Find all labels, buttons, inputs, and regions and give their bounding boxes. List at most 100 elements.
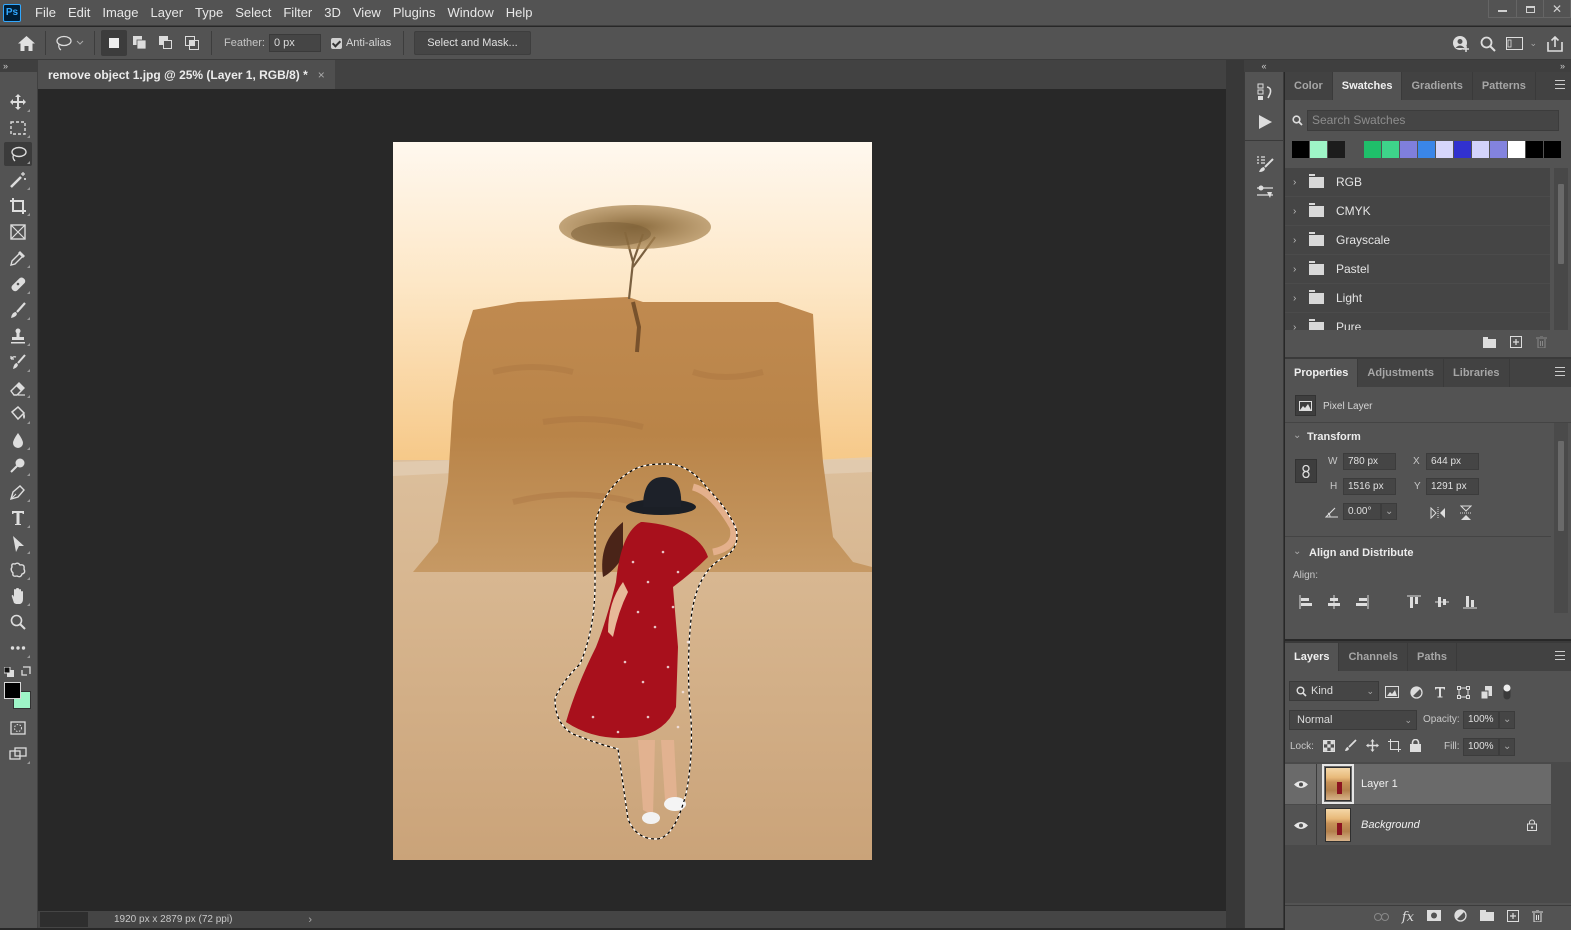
tab-swatches[interactable]: Swatches <box>1332 72 1403 100</box>
minimize-button[interactable] <box>1489 0 1516 18</box>
lock-transparent-icon[interactable] <box>1323 739 1335 752</box>
close-window-button[interactable]: ✕ <box>1543 0 1570 18</box>
swatch-group-light[interactable]: › Light <box>1285 284 1550 313</box>
feather-input[interactable] <box>268 34 321 52</box>
align-right-icon[interactable] <box>1355 595 1369 609</box>
layer-name[interactable]: Layer 1 <box>1361 778 1398 790</box>
align-vertical-center-icon[interactable] <box>1435 595 1449 609</box>
swatch-9[interactable] <box>1454 141 1471 158</box>
swatch-3[interactable] <box>1346 141 1363 158</box>
layer-filter-kind[interactable]: Kind ⌄ <box>1289 681 1379 701</box>
eraser-tool[interactable] <box>4 376 32 400</box>
brush-tool[interactable] <box>4 298 32 322</box>
align-top-icon[interactable] <box>1407 595 1421 609</box>
custom-shape-tool[interactable] <box>4 558 32 582</box>
link-dimensions-button[interactable] <box>1295 459 1317 483</box>
width-field[interactable]: 780 px <box>1343 453 1396 470</box>
align-horizontal-center-icon[interactable] <box>1327 595 1341 609</box>
search-swatches-input[interactable]: Search Swatches <box>1307 110 1559 131</box>
tab-channels[interactable]: Channels <box>1339 643 1408 671</box>
delete-swatch-button[interactable] <box>1536 335 1547 351</box>
history-brush-tool[interactable] <box>4 350 32 374</box>
eyedropper-tool[interactable] <box>4 246 32 270</box>
filter-adjustment-icon[interactable] <box>1410 685 1423 699</box>
filter-type-icon[interactable] <box>1434 686 1446 698</box>
menu-select[interactable]: Select <box>229 0 277 26</box>
menu-edit[interactable]: Edit <box>62 0 96 26</box>
tab-properties[interactable]: Properties <box>1285 359 1359 387</box>
swatch-6[interactable] <box>1400 141 1417 158</box>
menu-file[interactable]: File <box>29 0 62 26</box>
status-menu-arrow[interactable]: › <box>308 914 312 926</box>
home-button[interactable] <box>13 30 39 56</box>
lock-position-icon[interactable] <box>1366 739 1379 752</box>
toolbar-collapse-button[interactable]: » <box>0 60 38 72</box>
filter-toggle-icon[interactable] <box>1503 684 1511 700</box>
panel-menu-icon[interactable] <box>1555 80 1565 89</box>
swatch-group-pastel[interactable]: › Pastel <box>1285 255 1550 284</box>
chevron-down-icon[interactable]: ⌄ <box>1293 430 1301 441</box>
path-selection-tool[interactable] <box>4 532 32 556</box>
swatch-7[interactable] <box>1418 141 1435 158</box>
tab-libraries[interactable]: Libraries <box>1444 359 1510 387</box>
fill-dropdown[interactable]: ⌄ <box>1499 738 1515 756</box>
foreground-color[interactable] <box>4 682 21 699</box>
close-document-icon[interactable]: × <box>318 68 325 82</box>
paint-bucket-tool[interactable] <box>4 402 32 426</box>
menu-type[interactable]: Type <box>189 0 229 26</box>
panel-menu-icon[interactable] <box>1555 367 1565 376</box>
pen-tool[interactable] <box>4 480 32 504</box>
intersect-selection-button[interactable] <box>179 30 205 56</box>
add-mask-button[interactable] <box>1427 910 1441 924</box>
select-and-mask-button[interactable]: Select and Mask... <box>414 31 531 55</box>
clone-stamp-tool[interactable] <box>4 324 32 348</box>
lock-pixels-icon[interactable] <box>1344 739 1357 752</box>
menu-layer[interactable]: Layer <box>145 0 190 26</box>
edit-toolbar[interactable] <box>4 636 32 660</box>
search-button[interactable] <box>1480 36 1497 52</box>
zoom-level-field[interactable] <box>40 912 88 927</box>
swatch-14[interactable] <box>1544 141 1561 158</box>
swatch-4[interactable] <box>1364 141 1381 158</box>
rectangular-marquee-tool[interactable] <box>4 116 32 140</box>
type-tool[interactable] <box>4 506 32 530</box>
swatch-5[interactable] <box>1382 141 1399 158</box>
swatch-10[interactable] <box>1472 141 1489 158</box>
align-section-title[interactable]: Align and Distribute <box>1309 547 1414 559</box>
height-field[interactable]: 1516 px <box>1343 478 1396 495</box>
workspace-switcher[interactable]: ⌄ <box>1506 37 1537 50</box>
eye-icon[interactable] <box>1294 780 1308 789</box>
panel-menu-icon[interactable] <box>1555 651 1565 660</box>
lock-icon[interactable] <box>1527 819 1537 831</box>
swatch-1[interactable] <box>1310 141 1327 158</box>
swatch-group-rgb[interactable]: › RGB <box>1285 168 1550 197</box>
dock-collapse-button[interactable]: « <box>1244 60 1284 72</box>
chevron-down-icon[interactable]: ⌄ <box>1293 546 1301 557</box>
swatch-0[interactable] <box>1292 141 1309 158</box>
new-adjustment-layer-button[interactable] <box>1454 909 1467 925</box>
new-layer-button[interactable] <box>1507 909 1519 925</box>
panels-collapse-button[interactable]: » <box>1284 60 1571 72</box>
add-to-selection-button[interactable] <box>127 30 153 56</box>
tab-paths[interactable]: Paths <box>1408 643 1457 671</box>
screen-mode-button[interactable] <box>4 742 32 766</box>
maximize-button[interactable] <box>1516 0 1543 18</box>
tab-gradients[interactable]: Gradients <box>1402 72 1473 100</box>
swatch-group-pure[interactable]: › Pure <box>1285 313 1550 330</box>
align-bottom-icon[interactable] <box>1463 595 1477 609</box>
swatch-13[interactable] <box>1526 141 1543 158</box>
brush-presets-button[interactable] <box>1253 180 1277 204</box>
share-button[interactable] <box>1547 35 1563 52</box>
blur-tool[interactable] <box>4 428 32 452</box>
magic-wand-tool[interactable] <box>4 168 32 192</box>
layer-row-layer-1[interactable]: Layer 1 <box>1285 764 1551 804</box>
menu-view[interactable]: View <box>347 0 387 26</box>
new-swatch-button[interactable] <box>1510 336 1522 351</box>
swatch-8[interactable] <box>1436 141 1453 158</box>
tool-preset-picker[interactable] <box>52 30 88 56</box>
blend-mode-select[interactable]: Normal ⌄ <box>1289 710 1417 730</box>
scrollbar-thumb[interactable] <box>1558 441 1564 531</box>
lock-artboard-icon[interactable] <box>1388 739 1401 752</box>
frame-tool[interactable] <box>4 220 32 244</box>
document-image[interactable] <box>393 142 872 860</box>
